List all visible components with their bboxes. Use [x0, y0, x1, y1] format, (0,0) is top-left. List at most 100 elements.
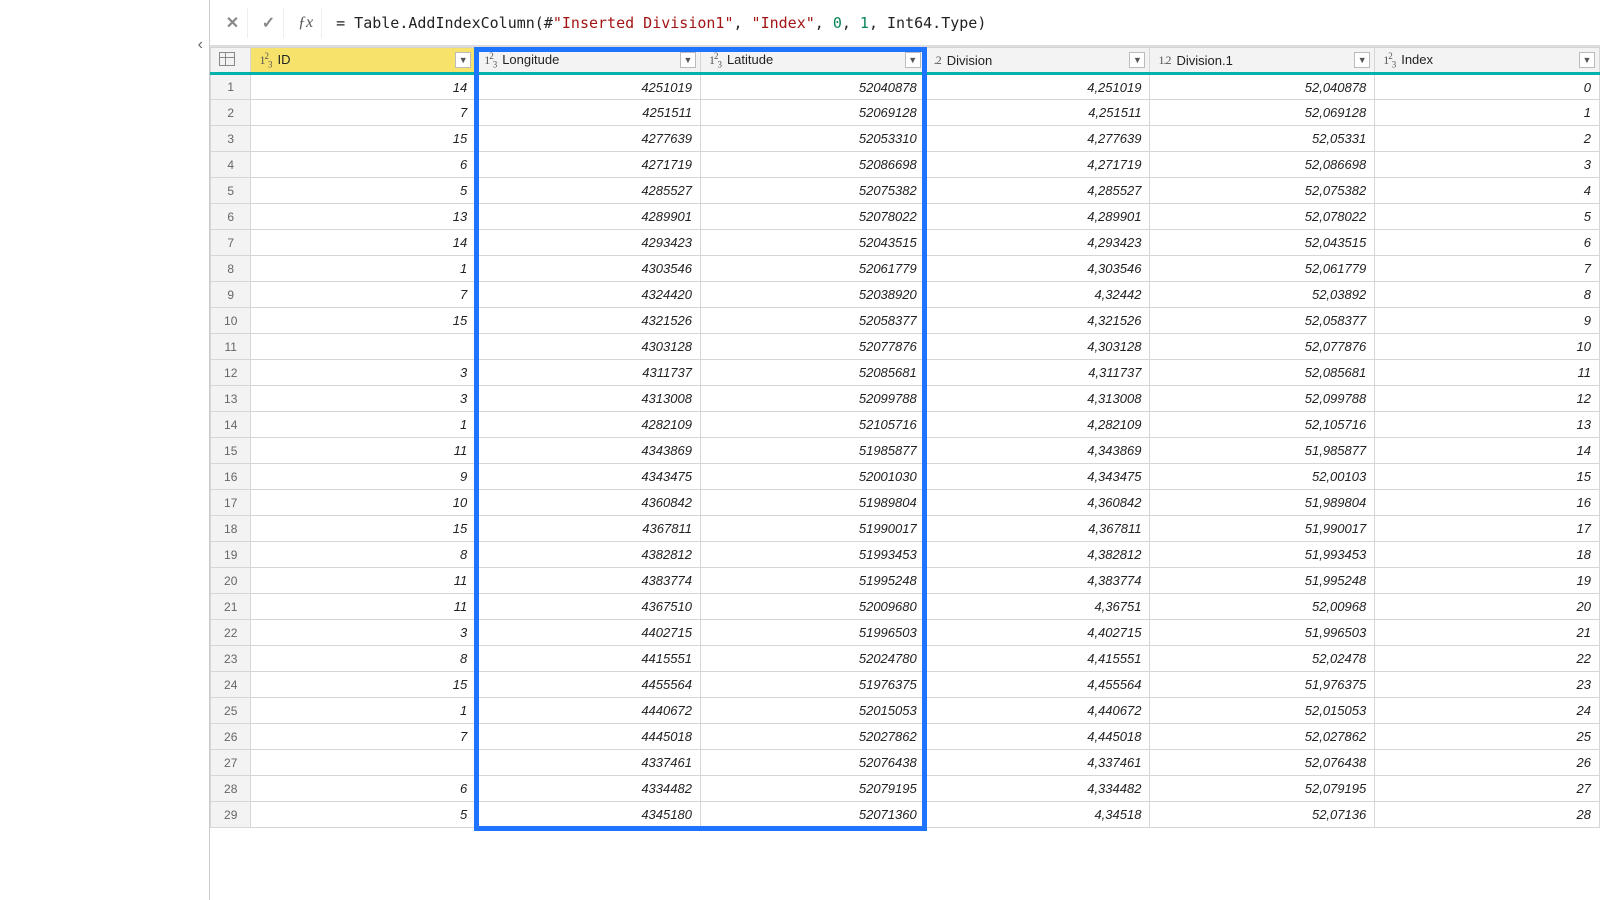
cell-div1[interactable]: 52,078022: [1150, 204, 1375, 230]
row-number[interactable]: 8: [211, 256, 251, 282]
row-number[interactable]: 16: [211, 464, 251, 490]
cell-div1[interactable]: 52,076438: [1150, 750, 1375, 776]
cell-id[interactable]: 3: [251, 620, 476, 646]
column-header-id[interactable]: 123ID▼: [251, 48, 476, 74]
cell-lon[interactable]: 4440672: [476, 698, 701, 724]
cell-div[interactable]: 4,337461: [925, 750, 1150, 776]
row-number[interactable]: 24: [211, 672, 251, 698]
cell-div[interactable]: 4,36751: [925, 594, 1150, 620]
column-filter-dropdown[interactable]: ▼: [680, 52, 696, 68]
cell-lat[interactable]: 52076438: [700, 750, 925, 776]
cell-lon[interactable]: 4311737: [476, 360, 701, 386]
cell-lat[interactable]: 52061779: [700, 256, 925, 282]
cell-id[interactable]: 6: [251, 776, 476, 802]
cell-idx[interactable]: 20: [1375, 594, 1600, 620]
table-row[interactable]: 464271719520866984,27171952,0866983: [211, 152, 1600, 178]
cell-idx[interactable]: 19: [1375, 568, 1600, 594]
cell-lat[interactable]: 51976375: [700, 672, 925, 698]
cell-idx[interactable]: 1: [1375, 100, 1600, 126]
cell-lat[interactable]: 52001030: [700, 464, 925, 490]
cell-lon[interactable]: 4367510: [476, 594, 701, 620]
column-header-div[interactable]: .2 Division▼: [925, 48, 1150, 74]
column-filter-dropdown[interactable]: ▼: [1129, 52, 1145, 68]
cell-div1[interactable]: 51,996503: [1150, 620, 1375, 646]
table-icon-header[interactable]: [211, 48, 251, 74]
cell-lon[interactable]: 4251511: [476, 100, 701, 126]
table-row[interactable]: 20114383774519952484,38377451,99524819: [211, 568, 1600, 594]
cell-div1[interactable]: 52,040878: [1150, 74, 1375, 100]
cell-lat[interactable]: 52040878: [700, 74, 925, 100]
table-row[interactable]: 2514440672520150534,44067252,01505324: [211, 698, 1600, 724]
row-number[interactable]: 12: [211, 360, 251, 386]
cell-idx[interactable]: 3: [1375, 152, 1600, 178]
row-number[interactable]: 3: [211, 126, 251, 152]
cell-lat[interactable]: 52085681: [700, 360, 925, 386]
cell-div1[interactable]: 52,075382: [1150, 178, 1375, 204]
cell-lon[interactable]: 4382812: [476, 542, 701, 568]
cell-div1[interactable]: 52,085681: [1150, 360, 1375, 386]
row-number[interactable]: 23: [211, 646, 251, 672]
cell-id[interactable]: 3: [251, 360, 476, 386]
cell-id[interactable]: 1: [251, 412, 476, 438]
row-number[interactable]: 18: [211, 516, 251, 542]
cell-lat[interactable]: 51995248: [700, 568, 925, 594]
cell-idx[interactable]: 5: [1375, 204, 1600, 230]
table-row[interactable]: 974324420520389204,3244252,038928: [211, 282, 1600, 308]
cell-div[interactable]: 4,360842: [925, 490, 1150, 516]
cell-idx[interactable]: 6: [1375, 230, 1600, 256]
cell-div1[interactable]: 52,07136: [1150, 802, 1375, 828]
column-filter-dropdown[interactable]: ▼: [1354, 52, 1370, 68]
cell-idx[interactable]: 21: [1375, 620, 1600, 646]
cell-idx[interactable]: 8: [1375, 282, 1600, 308]
cell-lat[interactable]: 51985877: [700, 438, 925, 464]
cell-lat[interactable]: 52009680: [700, 594, 925, 620]
row-number[interactable]: 25: [211, 698, 251, 724]
column-filter-dropdown[interactable]: ▼: [905, 52, 921, 68]
cell-id[interactable]: 9: [251, 464, 476, 490]
cell-id[interactable]: 1: [251, 698, 476, 724]
cell-lon[interactable]: 4285527: [476, 178, 701, 204]
cell-lat[interactable]: 51993453: [700, 542, 925, 568]
cell-lon[interactable]: 4321526: [476, 308, 701, 334]
cell-div[interactable]: 4,383774: [925, 568, 1150, 594]
row-number[interactable]: 17: [211, 490, 251, 516]
cell-lon[interactable]: 4402715: [476, 620, 701, 646]
cell-div[interactable]: 4,271719: [925, 152, 1150, 178]
row-number[interactable]: 29: [211, 802, 251, 828]
table-row[interactable]: 1984382812519934534,38281251,99345318: [211, 542, 1600, 568]
table-row[interactable]: 1334313008520997884,31300852,09978812: [211, 386, 1600, 412]
column-header-lat[interactable]: 123Latitude▼: [700, 48, 925, 74]
cell-div1[interactable]: 51,993453: [1150, 542, 1375, 568]
cell-div[interactable]: 4,382812: [925, 542, 1150, 568]
cell-lat[interactable]: 52058377: [700, 308, 925, 334]
row-number[interactable]: 22: [211, 620, 251, 646]
cell-div1[interactable]: 52,015053: [1150, 698, 1375, 724]
cell-lat[interactable]: 52077876: [700, 334, 925, 360]
cell-lon[interactable]: 4383774: [476, 568, 701, 594]
cell-lon[interactable]: 4282109: [476, 412, 701, 438]
cell-lon[interactable]: 4303546: [476, 256, 701, 282]
cell-id[interactable]: [251, 334, 476, 360]
table-row[interactable]: 24154455564519763754,45556451,97637523: [211, 672, 1600, 698]
cell-div1[interactable]: 52,00103: [1150, 464, 1375, 490]
cell-lon[interactable]: 4445018: [476, 724, 701, 750]
cell-lat[interactable]: 52027862: [700, 724, 925, 750]
row-number[interactable]: 11: [211, 334, 251, 360]
cell-div1[interactable]: 52,03892: [1150, 282, 1375, 308]
cell-lat[interactable]: 52069128: [700, 100, 925, 126]
cell-lat[interactable]: 52038920: [700, 282, 925, 308]
cell-lon[interactable]: 4324420: [476, 282, 701, 308]
cell-lon[interactable]: 4271719: [476, 152, 701, 178]
cell-id[interactable]: 11: [251, 568, 476, 594]
cell-id[interactable]: 15: [251, 516, 476, 542]
cell-id[interactable]: 7: [251, 100, 476, 126]
row-number[interactable]: 28: [211, 776, 251, 802]
cell-idx[interactable]: 14: [1375, 438, 1600, 464]
data-grid[interactable]: 123ID▼123Longitude▼123Latitude▼.2 Divisi…: [210, 46, 1600, 900]
row-number[interactable]: 27: [211, 750, 251, 776]
cell-idx[interactable]: 16: [1375, 490, 1600, 516]
cell-lat[interactable]: 52105716: [700, 412, 925, 438]
cell-div[interactable]: 4,293423: [925, 230, 1150, 256]
cell-id[interactable]: 11: [251, 594, 476, 620]
cancel-formula-button[interactable]: ✕: [218, 8, 248, 38]
